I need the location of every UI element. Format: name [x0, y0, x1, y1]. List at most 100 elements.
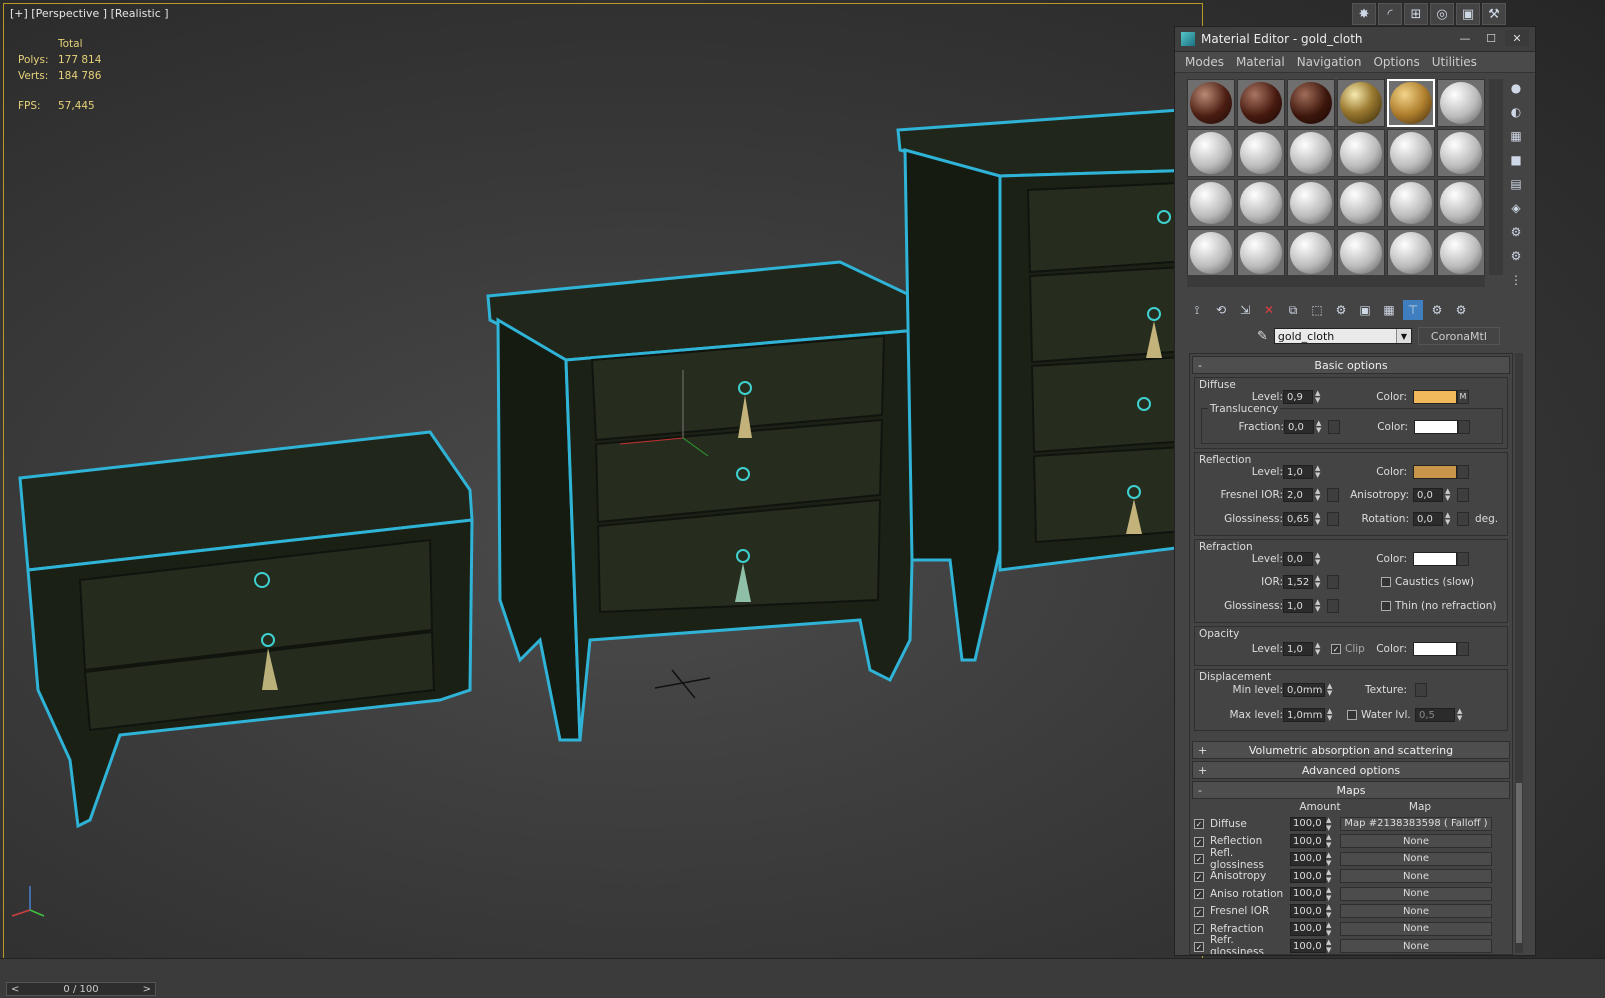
sample-slot[interactable]: [1437, 229, 1485, 277]
close-icon[interactable]: ✕: [1505, 30, 1529, 46]
map-enable-checkbox[interactable]: ✓: [1194, 871, 1204, 882]
uv-tiling-icon[interactable]: ■: [1507, 151, 1525, 169]
thin-checkbox[interactable]: [1381, 601, 1391, 611]
opacity-color-map[interactable]: [1457, 642, 1469, 656]
translucency-fraction-spinner[interactable]: ▲ ▼: [1316, 420, 1324, 434]
map-enable-checkbox[interactable]: ✓: [1194, 941, 1204, 952]
curve-editor-icon[interactable]: ◜: [1378, 3, 1402, 25]
map-enable-checkbox[interactable]: ✓: [1194, 906, 1204, 917]
map-amount-input[interactable]: 100,0: [1290, 851, 1326, 866]
water-level-checkbox[interactable]: [1347, 710, 1357, 720]
sample-slot[interactable]: [1187, 79, 1235, 127]
max-level-input[interactable]: 1,0mm: [1283, 708, 1325, 722]
map-slot-button[interactable]: None: [1340, 921, 1492, 936]
maximize-icon[interactable]: ☐: [1479, 30, 1503, 46]
rollout-volumetric[interactable]: + Volumetric absorption and scattering: [1192, 741, 1510, 759]
map-slot-button[interactable]: None: [1340, 834, 1492, 849]
reset-map-icon[interactable]: ✕: [1259, 300, 1279, 320]
opacity-level-spinner[interactable]: ▲ ▼: [1315, 642, 1323, 656]
material-editor-titlebar[interactable]: Material Editor - gold_cloth — ☐ ✕: [1175, 27, 1535, 52]
reflection-color-map[interactable]: [1457, 465, 1469, 479]
sample-slot[interactable]: [1437, 79, 1485, 127]
rollout-maps[interactable]: - Maps: [1192, 781, 1510, 799]
parameters-scrollbar-thumb[interactable]: [1516, 783, 1522, 943]
render-setup-icon[interactable]: ✸: [1352, 3, 1376, 25]
sample-slot[interactable]: [1287, 229, 1335, 277]
max-level-spinner[interactable]: ▲ ▼: [1327, 708, 1335, 722]
translucency-color-map[interactable]: [1458, 420, 1470, 434]
map-amount-input[interactable]: 100,0: [1290, 834, 1326, 849]
make-preview-icon[interactable]: ◈: [1507, 199, 1525, 217]
ior-input[interactable]: 1,52: [1283, 575, 1313, 589]
map-amount-input[interactable]: 100,0: [1290, 869, 1326, 884]
refraction-color-map[interactable]: [1457, 552, 1469, 566]
eyedropper-icon[interactable]: ✎: [1257, 329, 1268, 344]
sample-slot[interactable]: [1337, 129, 1385, 177]
show-end-result-icon[interactable]: ▦: [1379, 300, 1399, 320]
map-slot-button[interactable]: None: [1340, 869, 1492, 884]
sample-slot[interactable]: [1237, 179, 1285, 227]
map-amount-input[interactable]: 100,0: [1290, 816, 1326, 831]
translucency-fraction-input[interactable]: 0,0: [1284, 420, 1314, 434]
anisotropy-spinner[interactable]: ▲ ▼: [1445, 488, 1453, 502]
refraction-glossiness-map[interactable]: [1327, 599, 1339, 613]
sample-slot[interactable]: [1237, 79, 1285, 127]
water-level-spinner[interactable]: ▲ ▼: [1457, 708, 1465, 722]
map-amount-input[interactable]: 100,0: [1290, 939, 1326, 954]
map-slot-button[interactable]: None: [1340, 886, 1492, 901]
map-slot-button[interactable]: None: [1340, 904, 1492, 919]
map-enable-checkbox[interactable]: ✓: [1194, 924, 1204, 935]
chest-three-drawer[interactable]: [486, 260, 922, 742]
refraction-level-spinner[interactable]: ▲ ▼: [1315, 552, 1323, 566]
sample-slot[interactable]: [1187, 129, 1235, 177]
displacement-texture-map[interactable]: [1415, 683, 1427, 697]
slots-vertical-scrollbar[interactable]: [1489, 79, 1503, 275]
menu-material[interactable]: Material: [1230, 52, 1291, 72]
nightstand-small[interactable]: [18, 430, 474, 829]
sample-slot[interactable]: [1237, 229, 1285, 277]
sample-slot[interactable]: [1437, 129, 1485, 177]
scene-furniture[interactable]: [0, 0, 1200, 960]
material-editor-window[interactable]: Material Editor - gold_cloth — ☐ ✕ Modes…: [1174, 26, 1536, 956]
water-level-input[interactable]: 0,5: [1415, 708, 1455, 722]
sample-slot[interactable]: [1387, 229, 1435, 277]
sample-slot[interactable]: [1337, 229, 1385, 277]
schematic-view-icon[interactable]: ⊞: [1404, 3, 1428, 25]
diffuse-level-spinner[interactable]: ▲ ▼: [1315, 390, 1323, 404]
map-amount-input[interactable]: 100,0: [1290, 921, 1326, 936]
map-slot-button[interactable]: None: [1340, 939, 1492, 954]
go-forward-sibling-icon[interactable]: ⚙: [1427, 300, 1447, 320]
refraction-color-swatch[interactable]: [1413, 552, 1457, 566]
material-type-button[interactable]: CoronaMtl: [1417, 327, 1500, 345]
reflection-level-input[interactable]: 1,0: [1283, 465, 1313, 479]
material-id-icon[interactable]: ⚙: [1331, 300, 1351, 320]
refraction-glossiness-spinner[interactable]: ▲ ▼: [1315, 599, 1323, 613]
time-prev-button[interactable]: <: [11, 984, 19, 995]
minimize-icon[interactable]: —: [1453, 30, 1477, 46]
video-color-check-icon[interactable]: ▤: [1507, 175, 1525, 193]
refraction-level-input[interactable]: 0,0: [1283, 552, 1313, 566]
reflection-glossiness-spinner[interactable]: ▲ ▼: [1315, 512, 1323, 526]
sample-slot[interactable]: [1437, 179, 1485, 227]
sample-slot-selected[interactable]: [1387, 79, 1435, 127]
put-to-library-icon[interactable]: ⬚: [1307, 300, 1327, 320]
menu-utilities[interactable]: Utilities: [1426, 52, 1483, 72]
time-slider[interactable]: < 0 / 100 >: [6, 982, 156, 996]
map-amount-input[interactable]: 100,0: [1290, 904, 1326, 919]
background-checker-icon[interactable]: ▦: [1507, 127, 1525, 145]
assign-to-selection-icon[interactable]: ⇲: [1235, 300, 1255, 320]
map-slot-button[interactable]: None: [1340, 851, 1492, 866]
rollout-advanced-options[interactable]: + Advanced options: [1192, 761, 1510, 779]
material-editor-icon[interactable]: ◎: [1430, 3, 1454, 25]
sample-slot[interactable]: [1237, 129, 1285, 177]
min-level-spinner[interactable]: ▲ ▼: [1327, 683, 1335, 697]
reflection-color-swatch[interactable]: [1413, 465, 1457, 479]
rollout-basic-options[interactable]: - Basic options: [1192, 356, 1510, 374]
rendered-frame-icon[interactable]: ▣: [1456, 3, 1480, 25]
opacity-color-swatch[interactable]: [1413, 642, 1457, 656]
go-to-parent-icon[interactable]: ⊤: [1403, 300, 1423, 320]
fresnel-ior-input[interactable]: 2,0: [1283, 488, 1313, 502]
min-level-input[interactable]: 0,0mm: [1283, 683, 1325, 697]
diffuse-color-swatch[interactable]: [1413, 390, 1457, 404]
pick-material-icon[interactable]: ⚙: [1451, 300, 1471, 320]
